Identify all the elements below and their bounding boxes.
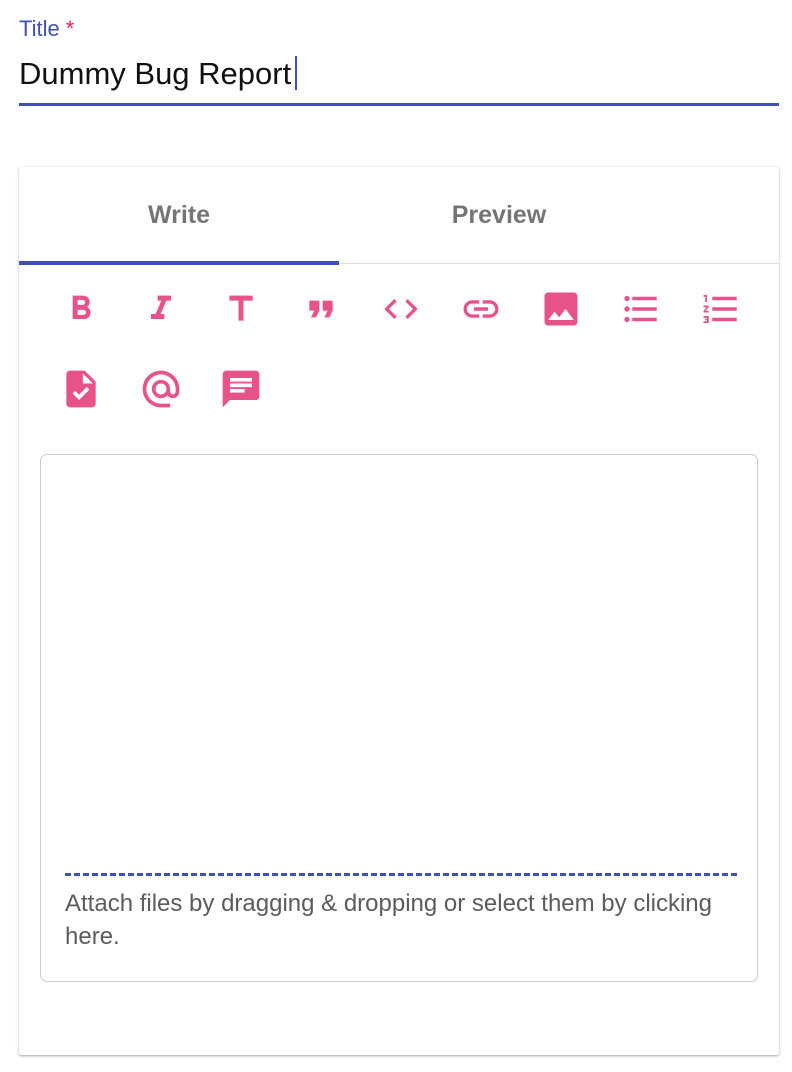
comment-body-textarea[interactable] [41, 455, 757, 865]
text-caret [295, 56, 297, 90]
saved-reply-button[interactable] [219, 367, 263, 411]
quote-button[interactable] [299, 287, 343, 331]
italic-button[interactable] [139, 287, 183, 331]
saved-reply-icon [222, 370, 260, 408]
title-input[interactable] [19, 44, 779, 104]
required-marker: * [65, 16, 75, 41]
numbered-list-button[interactable] [699, 287, 743, 331]
mention-icon [142, 370, 180, 408]
title-input-wrapper [19, 44, 779, 106]
code-icon [384, 299, 418, 319]
markdown-editor: Write Preview Attach files by dragging &… [19, 167, 779, 1055]
bulleted-list-button[interactable] [619, 287, 663, 331]
tab-write[interactable]: Write [19, 167, 339, 265]
comment-body-box: Attach files by dragging & dropping or s… [40, 454, 758, 982]
tab-preview[interactable]: Preview [339, 167, 659, 263]
bold-button[interactable] [59, 287, 103, 331]
quote-icon [309, 300, 333, 318]
link-icon [463, 300, 499, 318]
task-list-icon [66, 370, 96, 408]
image-button[interactable] [539, 287, 583, 331]
bold-icon [72, 295, 91, 319]
heading-button[interactable] [219, 287, 263, 331]
title-label-text: Title [19, 16, 60, 41]
image-icon [544, 292, 578, 326]
attach-files-hint[interactable]: Attach files by dragging & dropping or s… [65, 887, 725, 953]
code-button[interactable] [379, 287, 423, 331]
editor-tabs: Write Preview [19, 167, 779, 265]
numbered-list-icon [703, 295, 737, 323]
italic-icon [151, 295, 171, 319]
attach-divider [65, 873, 737, 876]
mention-button[interactable] [139, 367, 183, 411]
heading-icon [229, 295, 253, 321]
link-button[interactable] [459, 287, 503, 331]
title-label: Title * [19, 14, 779, 44]
task-list-button[interactable] [59, 367, 103, 411]
bulleted-list-icon [624, 295, 657, 323]
title-field: Title * [19, 14, 779, 110]
